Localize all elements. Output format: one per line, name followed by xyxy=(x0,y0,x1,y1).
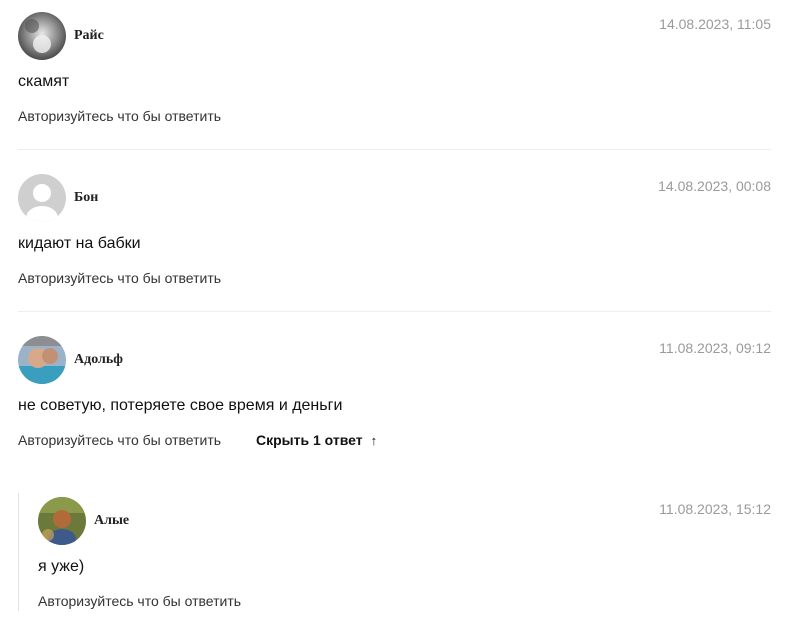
comment-item: Адольф 11.08.2023, 09:12 не советую, пот… xyxy=(18,336,771,451)
arrow-up-icon: ↑ xyxy=(370,433,378,448)
comment-author: Райс xyxy=(74,28,104,43)
default-user-icon xyxy=(18,174,66,222)
comment-separator xyxy=(18,311,771,312)
comment-date: 14.08.2023, 11:05 xyxy=(659,16,771,32)
comment-separator xyxy=(18,149,771,150)
reply-login-link[interactable]: Авторизуйтесь что бы ответить xyxy=(18,270,221,286)
comment-text: скамят xyxy=(18,73,70,90)
comment-date: 14.08.2023, 00:08 xyxy=(658,178,771,194)
comment-date: 11.08.2023, 15:12 xyxy=(659,501,771,517)
comment-author: Адольф xyxy=(74,352,123,367)
comment-date: 11.08.2023, 09:12 xyxy=(659,340,771,356)
reply-login-link[interactable]: Авторизуйтесь что бы ответить xyxy=(18,108,221,124)
comment-author: Алые xyxy=(94,513,130,528)
hide-replies-label: Скрыть 1 ответ xyxy=(256,432,363,448)
reply-item: Алые 11.08.2023, 15:12 я уже) Авторизуйт… xyxy=(38,497,771,612)
comment-item: Райс 14.08.2023, 11:05 скамят Авторизуйт… xyxy=(18,12,771,124)
reply-login-link[interactable]: Авторизуйтесь что бы ответить xyxy=(18,432,221,448)
comment-text: не советую, потеряете свое время и деньг… xyxy=(18,397,343,414)
user-photo-icon xyxy=(38,497,86,545)
reply-login-link[interactable]: Авторизуйтесь что бы ответить xyxy=(38,593,241,609)
hide-replies-button[interactable]: Скрыть 1 ответ ↑ xyxy=(256,432,377,448)
comment-item: Бон 14.08.2023, 00:08 кидают на бабки Ав… xyxy=(18,174,771,286)
reply-thread-line xyxy=(18,493,19,611)
user-photo-icon xyxy=(18,336,66,384)
comment-text: кидают на бабки xyxy=(18,235,141,252)
comment-author: Бон xyxy=(74,190,99,205)
user-photo-grayscale-icon xyxy=(18,12,66,60)
comment-text: я уже) xyxy=(38,558,85,575)
